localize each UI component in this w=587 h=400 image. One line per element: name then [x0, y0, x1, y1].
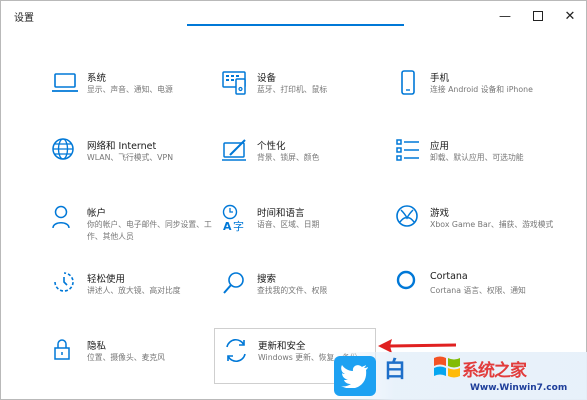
watermark-brand: 系统之家 [462, 361, 527, 381]
category-desc: 查找我的文件、权限 [257, 286, 328, 295]
category-name: 手机 [430, 73, 450, 84]
svg-text:字: 字 [233, 219, 244, 232]
category-desc: 讲述人、放大镜、高对比度 [87, 286, 181, 295]
lock-icon [51, 337, 79, 365]
category-desc: 卸载、默认应用、可选功能 [430, 153, 524, 162]
category-name: 隐私 [87, 341, 107, 352]
xbox-icon [394, 204, 422, 232]
category-name: 设备 [257, 73, 277, 84]
phone-icon [394, 69, 422, 97]
category-name: 更新和安全 [258, 341, 306, 352]
settings-window: 设置 — ✕ 系统 显示、声音、通知、电源 设备 蓝牙、打印机、鼠标 手机 连接… [0, 0, 587, 400]
category-desc: 位置、摄像头、麦克风 [87, 353, 165, 362]
keyboard-device-icon [221, 69, 249, 97]
maximize-icon [533, 11, 543, 21]
category-ease-of-access[interactable]: 轻松使用 讲述人、放大镜、高对比度 [51, 270, 231, 325]
close-button[interactable]: ✕ [554, 1, 586, 31]
category-cortana[interactable]: Cortana Cortana 语言、权限、通知 [394, 270, 574, 325]
search-icon [221, 270, 249, 298]
category-desc: 显示、声音、通知、电源 [87, 85, 173, 94]
minimize-icon: — [499, 9, 511, 23]
category-desc: Cortana 语言、权限、通知 [430, 286, 526, 295]
watermark-url: Www.Winwin7.com [470, 383, 568, 393]
close-icon: ✕ [564, 8, 576, 24]
cortana-icon [394, 270, 422, 298]
category-privacy[interactable]: 隐私 位置、摄像头、麦克风 [51, 337, 231, 392]
person-icon [51, 204, 79, 232]
category-name: 应用 [430, 141, 450, 152]
window-title: 设置 [14, 13, 34, 24]
bird-logo-icon [334, 356, 376, 396]
category-name: 搜索 [257, 274, 277, 285]
category-name: 时间和语言 [257, 208, 305, 219]
title-bar: 设置 — ✕ [1, 1, 586, 31]
category-name: 系统 [87, 73, 107, 84]
search-box-underline[interactable] [187, 24, 404, 26]
svg-text:A: A [223, 220, 232, 232]
category-apps[interactable]: 应用 卸载、默认应用、可选功能 [394, 137, 574, 192]
category-desc: 连接 Android 设备和 iPhone [430, 85, 533, 94]
category-personalization[interactable]: 个性化 背景、锁屏、颜色 [221, 137, 401, 192]
category-name: Cortana [430, 271, 468, 282]
category-name: 轻松使用 [87, 274, 126, 285]
category-desc: 语音、区域、日期 [257, 220, 320, 229]
ease-of-access-icon [51, 270, 79, 298]
category-search[interactable]: 搜索 查找我的文件、权限 [221, 270, 401, 325]
category-desc: 背景、锁屏、颜色 [257, 153, 320, 162]
category-accounts[interactable]: 帐户 你的帐户、电子邮件、同步设置、工作、其他人员 [51, 204, 231, 259]
update-icon [222, 337, 250, 365]
category-desc: WLAN、飞行模式、VPN [87, 153, 174, 162]
category-desc: 蓝牙、打印机、鼠标 [257, 85, 328, 94]
time-language-icon: A字 [221, 204, 249, 233]
laptop-icon [51, 69, 79, 97]
category-desc: 你的帐户、电子邮件、同步设置、工作、其他人员 [87, 220, 212, 241]
windows-flag-icon [434, 356, 460, 378]
category-network[interactable]: 网络和 Internet WLAN、飞行模式、VPN [51, 137, 231, 192]
minimize-button[interactable]: — [489, 1, 521, 31]
category-time-language[interactable]: A字 时间和语言 语音、区域、日期 [221, 204, 401, 259]
category-desc: Xbox Game Bar、捕获、游戏模式 [430, 220, 554, 229]
apps-list-icon [394, 137, 422, 165]
category-name: 个性化 [257, 141, 286, 152]
category-devices[interactable]: 设备 蓝牙、打印机、鼠标 [221, 69, 401, 124]
category-system[interactable]: 系统 显示、声音、通知、电源 [51, 69, 231, 124]
category-name: 网络和 Internet [87, 141, 157, 152]
category-gaming[interactable]: 游戏 Xbox Game Bar、捕获、游戏模式 [394, 204, 574, 259]
pen-tablet-icon [221, 137, 249, 165]
maximize-button[interactable] [522, 1, 554, 31]
category-name: 帐户 [87, 208, 107, 219]
category-phone[interactable]: 手机 连接 Android 设备和 iPhone [394, 69, 574, 124]
globe-icon [51, 137, 79, 165]
watermark-logo-text: 白 [384, 358, 406, 383]
category-name: 游戏 [430, 208, 450, 219]
